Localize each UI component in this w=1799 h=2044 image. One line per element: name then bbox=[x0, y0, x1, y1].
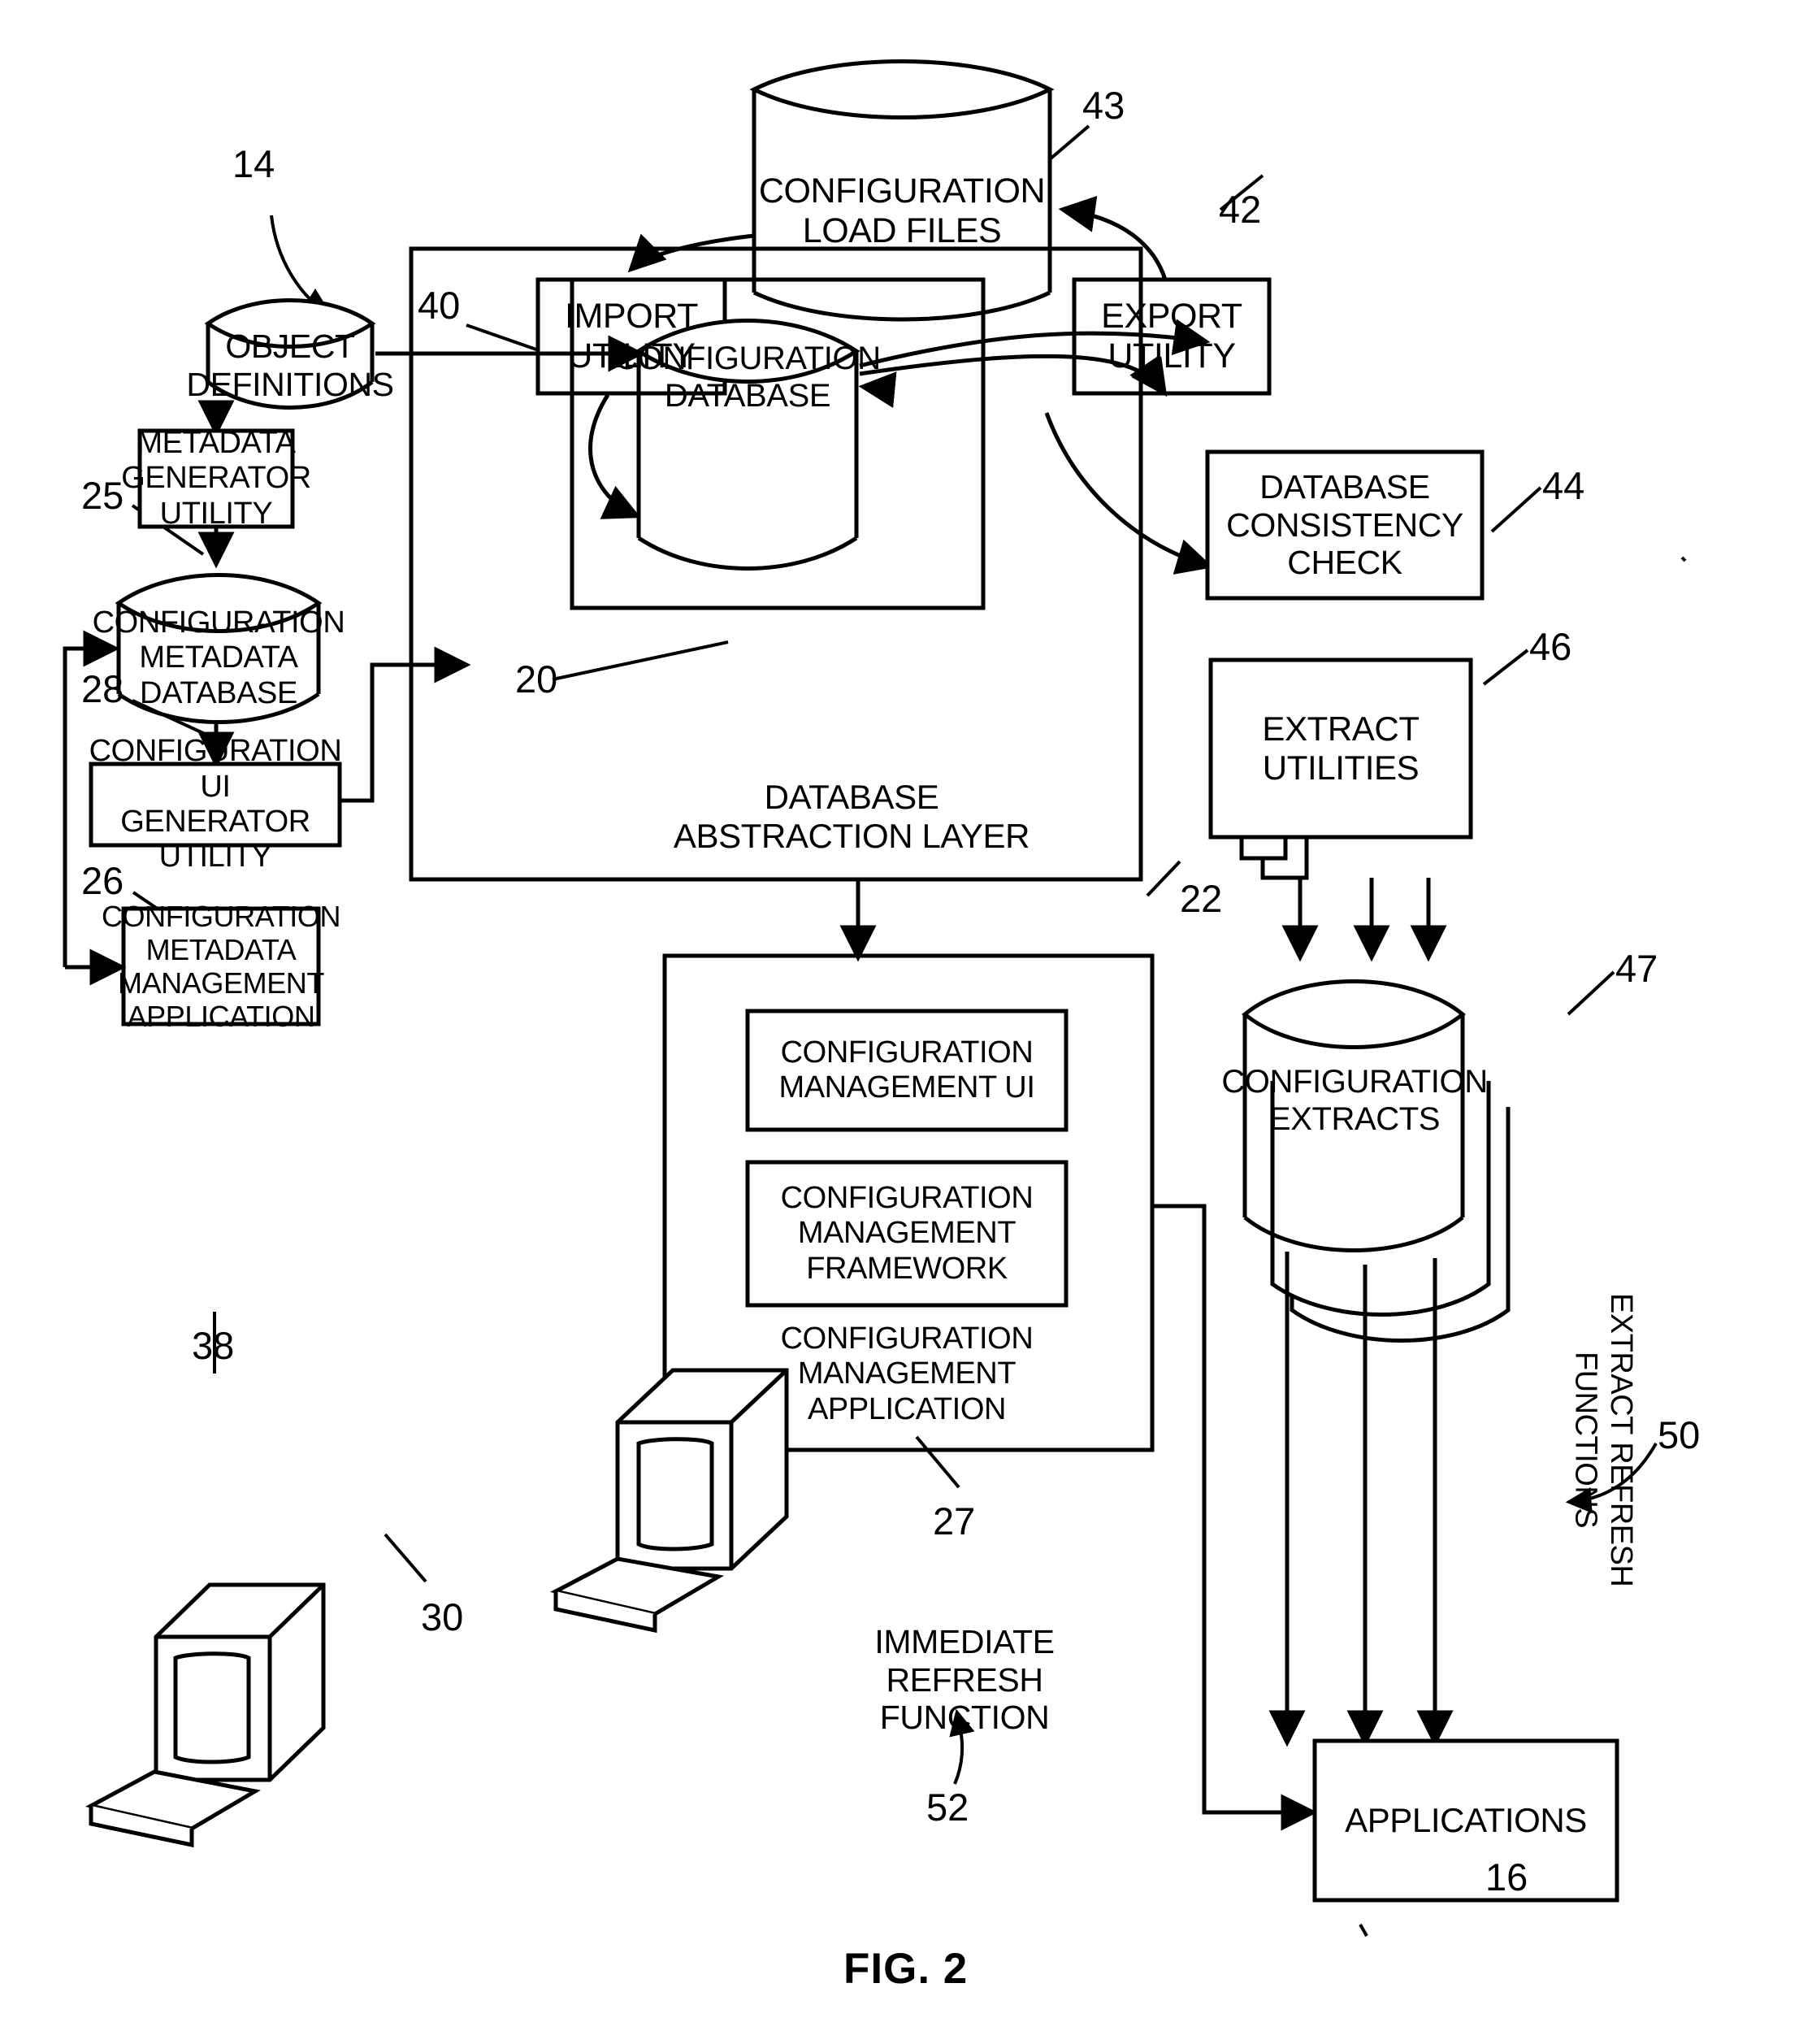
ref-38: 38 bbox=[192, 1324, 235, 1367]
ref-43: 43 bbox=[1082, 84, 1125, 127]
tick-mark-bottom bbox=[1359, 1924, 1368, 1937]
edge-loadfiles-to-import bbox=[627, 233, 755, 273]
ref-27: 27 bbox=[933, 1499, 976, 1543]
metadata-management-workstation-shape bbox=[85, 1582, 326, 1848]
ref-46: 46 bbox=[1529, 625, 1572, 668]
db-consistency-check-rect bbox=[1205, 449, 1485, 601]
config-metadata-mgmt-app-rect bbox=[121, 906, 321, 1026]
ref-14: 14 bbox=[232, 142, 275, 185]
config-database-shape bbox=[635, 319, 860, 571]
patent-figure-canvas: 14 43 42 40 25 28 26 20 22 44 46 47 27 3… bbox=[0, 0, 1799, 2044]
edge-configdb-to-extract bbox=[1044, 412, 1214, 575]
ref-25: 25 bbox=[81, 474, 124, 517]
tick-mark-upper-right bbox=[1680, 556, 1687, 562]
leader-43 bbox=[1048, 124, 1090, 161]
config-mgmt-ui-rect bbox=[745, 1009, 1069, 1132]
ref-47: 47 bbox=[1615, 947, 1658, 990]
ref-16: 16 bbox=[1485, 1855, 1528, 1899]
leader-46 bbox=[1482, 649, 1529, 686]
applications-rect bbox=[1312, 1738, 1619, 1903]
leader-52 bbox=[949, 1708, 975, 1785]
diagram-vector-layer bbox=[63, 59, 1687, 1937]
config-mgmt-framework-rect bbox=[745, 1160, 1069, 1308]
config-ui-generator-rect bbox=[89, 762, 342, 848]
ref-28: 28 bbox=[81, 667, 124, 710]
ref-26: 26 bbox=[81, 859, 124, 902]
leader-40 bbox=[466, 323, 537, 351]
extract-refresh-functions-label: EXTRACT REFRESH FUNCTIONS bbox=[1568, 1293, 1638, 1587]
leader-27 bbox=[915, 1435, 960, 1489]
config-extracts-shape bbox=[1242, 979, 1511, 1343]
object-definitions-shape bbox=[204, 298, 376, 410]
ref-30: 30 bbox=[421, 1595, 464, 1638]
leader-30 bbox=[384, 1533, 427, 1583]
ref-20: 20 bbox=[515, 657, 558, 701]
configuration-management-workstation-shape bbox=[549, 1368, 789, 1634]
ref-22: 22 bbox=[1180, 877, 1223, 920]
figure-caption: FIG. 2 bbox=[843, 1945, 969, 1993]
extract-utilities-shape bbox=[1208, 657, 1473, 880]
ref-40: 40 bbox=[418, 284, 461, 327]
leader-22 bbox=[1146, 860, 1181, 897]
ref-42: 42 bbox=[1219, 188, 1262, 231]
ref-50: 50 bbox=[1658, 1413, 1701, 1456]
ref-44: 44 bbox=[1542, 464, 1585, 507]
leader-44 bbox=[1490, 486, 1542, 533]
edge-uigen-to-cfgmgmtui bbox=[340, 646, 471, 803]
edge-import-to-configdb bbox=[588, 393, 641, 519]
edge-export-to-loadfiles bbox=[1058, 196, 1168, 280]
leader-47 bbox=[1567, 970, 1615, 1016]
ref-52: 52 bbox=[926, 1786, 969, 1829]
config-metadata-db-shape bbox=[115, 573, 323, 724]
metadata-generator-rect bbox=[137, 428, 295, 529]
leader-20 bbox=[552, 640, 729, 681]
